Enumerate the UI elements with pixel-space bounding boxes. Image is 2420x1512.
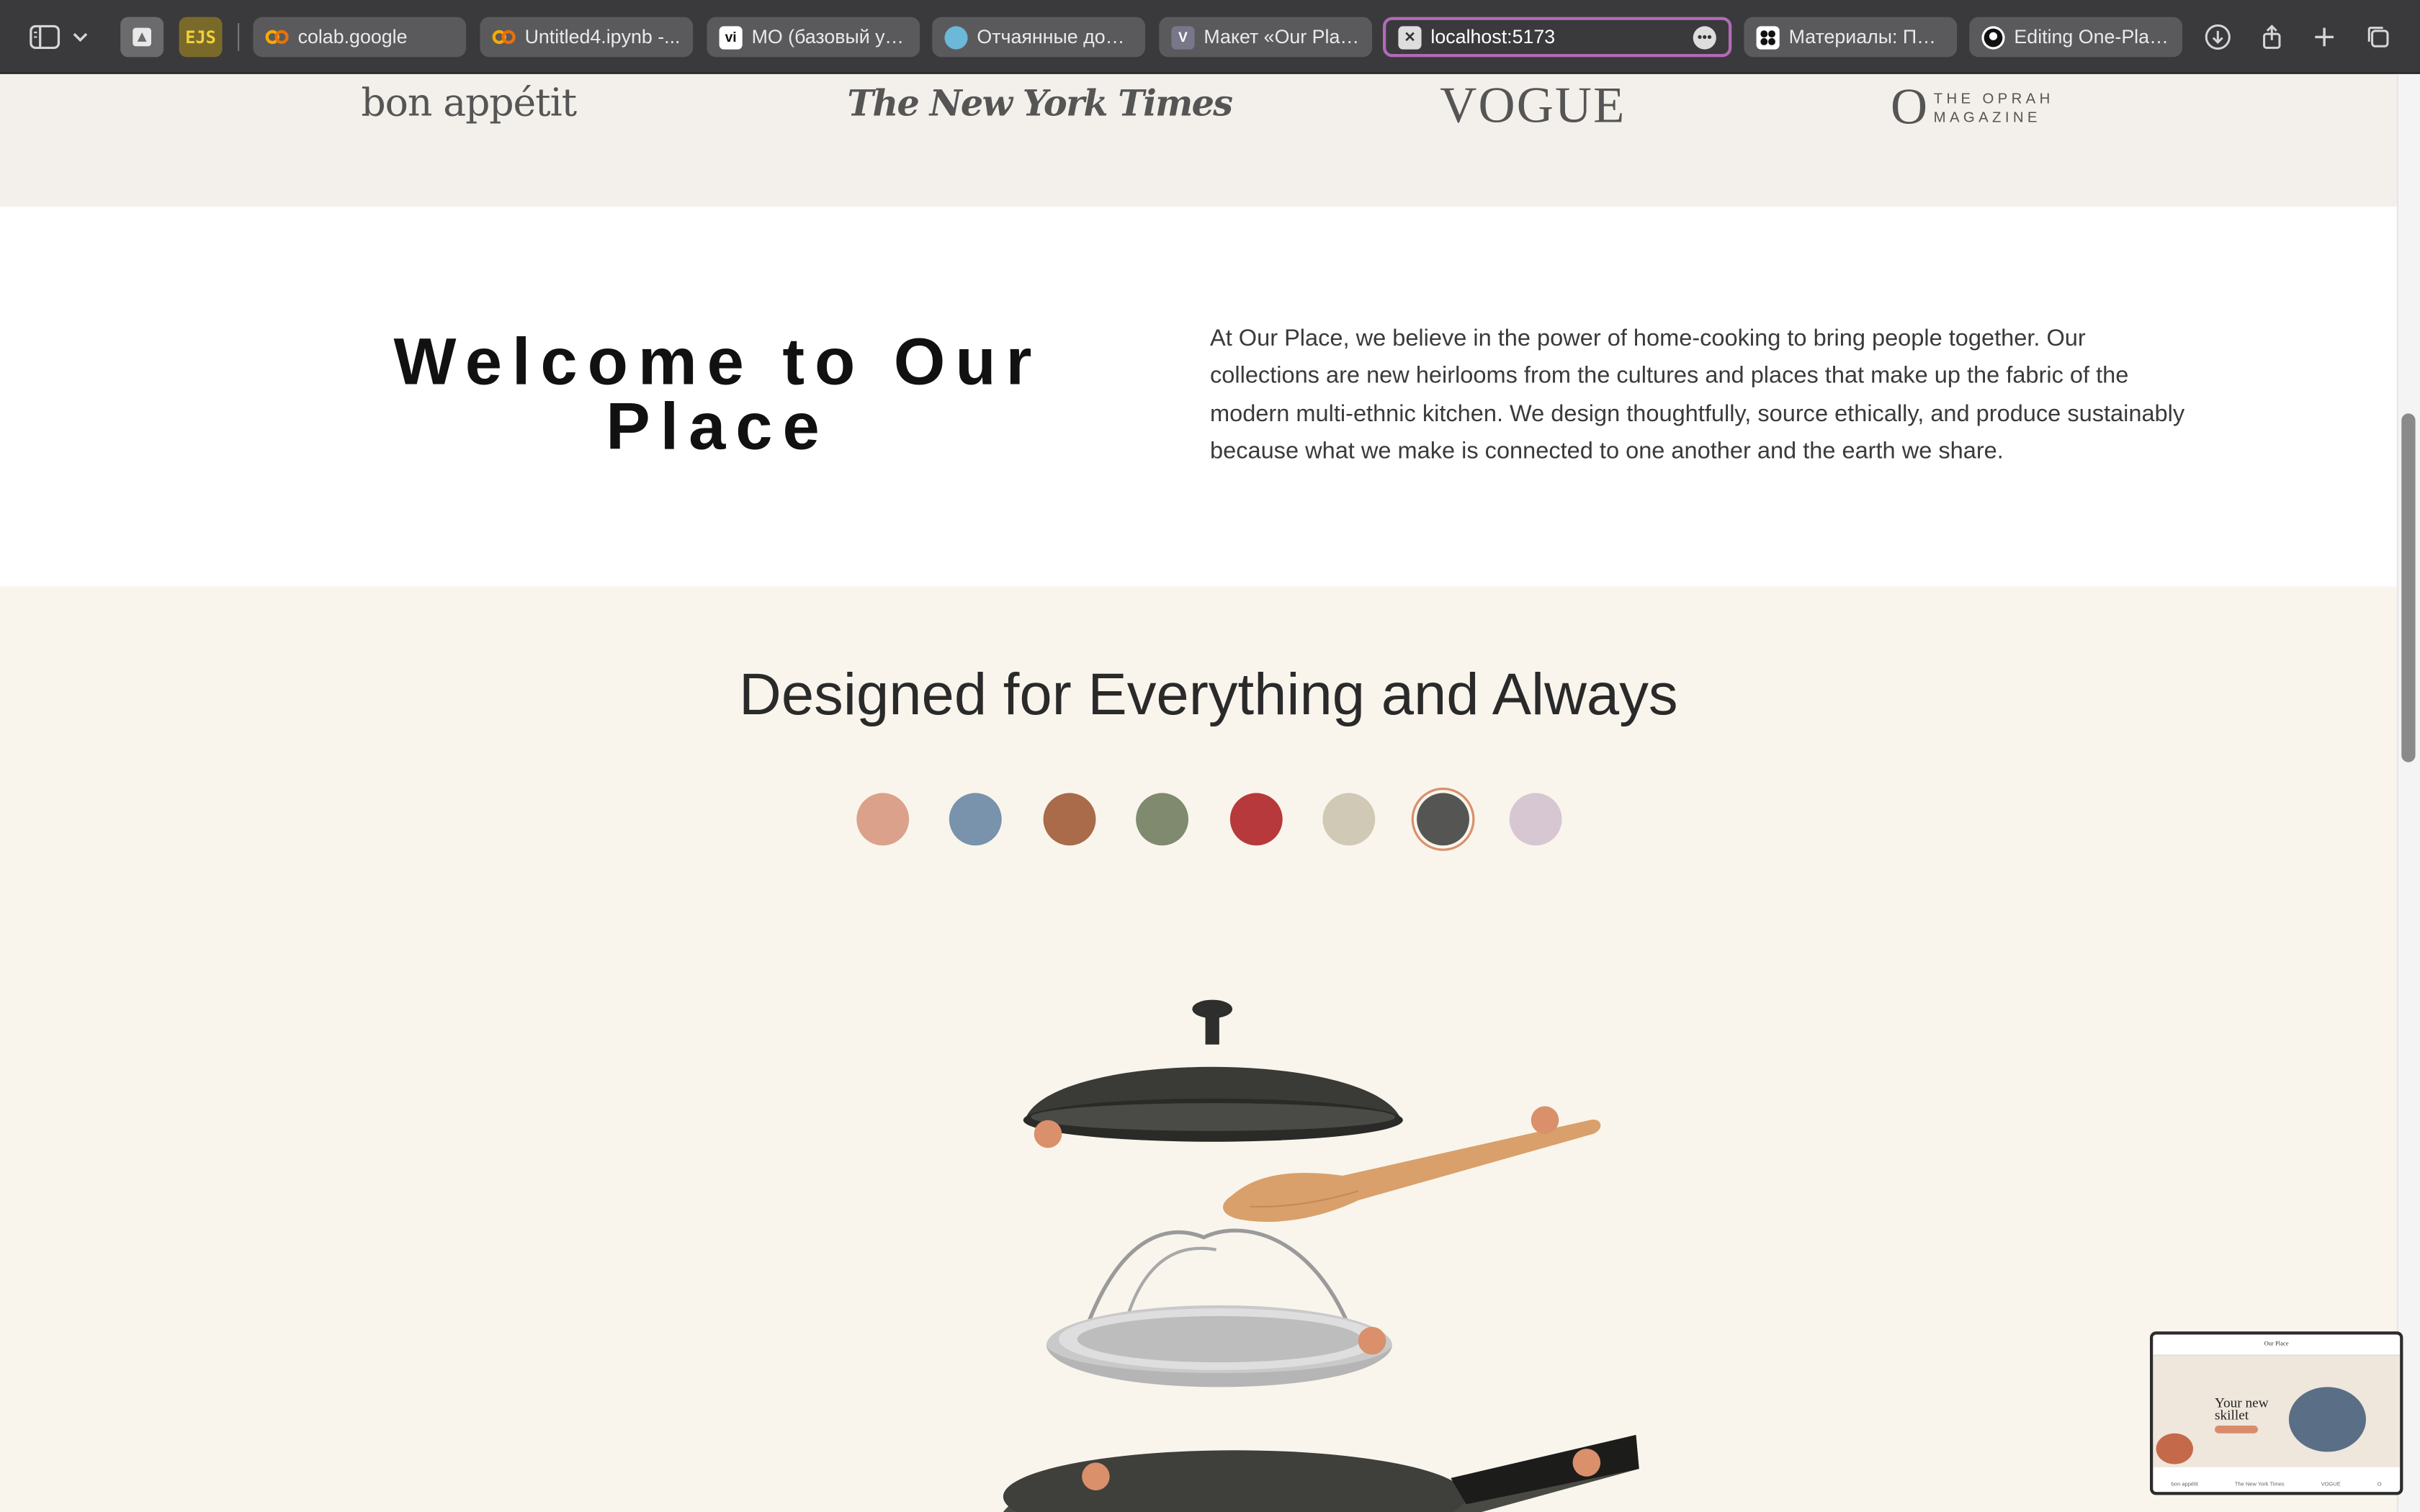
address-url: localhost:5173	[1430, 26, 1556, 48]
colab-icon	[492, 25, 516, 48]
welcome-description: At Our Place, we believe in the power of…	[1210, 325, 2185, 464]
color-swatch[interactable]	[1043, 793, 1096, 846]
chevron-down-icon[interactable]	[68, 19, 92, 55]
page-scrollbar-thumb[interactable]	[2401, 413, 2416, 762]
tab-label: Макет «Our Plac...	[1204, 26, 1360, 48]
color-swatch[interactable]	[1417, 793, 1469, 846]
welcome-section: Welcome to Our Place At Our Place, we be…	[0, 207, 2397, 587]
hotspot-steamer[interactable]	[1358, 1326, 1386, 1355]
share-icon[interactable]	[2255, 19, 2289, 55]
tab-materials[interactable]: Материалы: Пре...	[1744, 17, 1958, 58]
steamer-basket-image	[1046, 1228, 1392, 1387]
preview-logos: bon appétit The New York Times VOGUE O	[2153, 1473, 2400, 1492]
tab-label: МО (базовый ур...	[751, 26, 908, 48]
oprah-wordmark: THE OPRAH MAGAZINE	[1934, 90, 2054, 127]
oprah-o-letter: O	[1891, 80, 1928, 136]
v-icon: V	[1171, 25, 1195, 49]
download-icon[interactable]	[2201, 19, 2235, 55]
browser-toolbar: EJS colab.google Untitled4.ipynb -... vi…	[0, 0, 2420, 74]
github-icon	[1981, 25, 2005, 49]
preview-nav: Our Place	[2153, 1334, 2401, 1356]
toolbar-divider	[238, 23, 240, 51]
preview-hero-title: Your new skillet	[2215, 1395, 2269, 1423]
preview-logo: bon appétit	[2171, 1481, 2198, 1488]
product-exploded-view	[987, 987, 1667, 1512]
tab-desperate-housewives[interactable]: Отчаянные домо...	[932, 17, 1145, 58]
preview-hero: Your new skillet	[2153, 1356, 2401, 1467]
vogue-logo: VOGUE	[1440, 78, 1626, 135]
close-icon[interactable]: ✕	[1398, 25, 1422, 49]
bon-appetit-logo: bon appétit	[361, 80, 577, 125]
hotspot-spatula[interactable]	[1531, 1106, 1559, 1134]
designed-section: Designed for Everything and Always	[0, 586, 2397, 1512]
preview-logo: VOGUE	[2321, 1481, 2341, 1488]
page-preview-thumbnail[interactable]: Our Place Your new skillet bon appétit T…	[2150, 1331, 2403, 1495]
page-scrollbar-track[interactable]	[2396, 73, 2420, 1512]
color-swatch[interactable]	[1509, 793, 1562, 846]
oprah-magazine-logo: O THE OPRAH MAGAZINE	[1891, 80, 2054, 136]
hotspot-pan-left[interactable]	[1082, 1462, 1110, 1490]
hotspot-pan-handle[interactable]	[1572, 1449, 1601, 1477]
extension-icon	[133, 27, 151, 47]
color-swatch[interactable]	[949, 793, 1002, 846]
address-bar[interactable]: ✕ localhost:5173 •••	[1383, 17, 1732, 58]
tab-label: Материалы: Пре...	[1788, 26, 1945, 48]
new-tab-icon[interactable]	[2308, 19, 2341, 55]
tab-our-place-layout[interactable]: V Макет «Our Plac...	[1159, 17, 1372, 58]
tab-untitled-notebook[interactable]: Untitled4.ipynb -...	[480, 17, 694, 58]
tab-github-editing[interactable]: Editing One-Plac...	[1969, 17, 2182, 58]
extension-button-ejs[interactable]: EJS	[179, 17, 223, 58]
color-swatch[interactable]	[856, 793, 910, 846]
oprah-line-1: THE OPRAH	[1933, 90, 2054, 107]
tab-label: Отчаянные домо...	[977, 26, 1133, 48]
tab-overview-icon[interactable]	[2362, 19, 2396, 55]
oprah-line-2: MAGAZINE	[1933, 109, 2041, 126]
preview-logo: O	[2377, 1481, 2382, 1488]
colab-icon	[265, 25, 289, 48]
extension-label: EJS	[185, 27, 216, 48]
sidebar-toggle-icon[interactable]	[24, 19, 65, 55]
more-icon[interactable]: •••	[1693, 25, 1716, 49]
designed-title: Designed for Everything and Always	[739, 663, 1678, 729]
cookware-illustration	[1003, 999, 1639, 1512]
extension-button-1[interactable]	[120, 17, 164, 58]
tab-label: colab.google	[297, 26, 408, 48]
tab-colab[interactable]: colab.google	[253, 17, 467, 58]
vi-icon: vi	[719, 25, 743, 49]
preview-hero-line-2: skillet	[2215, 1407, 2249, 1423]
color-swatch[interactable]	[1136, 793, 1188, 846]
nyt-logo: The New York Times	[847, 83, 1233, 125]
preview-pan-image	[2288, 1387, 2366, 1452]
hotspot-lid[interactable]	[1034, 1120, 1062, 1148]
preview-cta-button	[2215, 1425, 2258, 1434]
figma-icon	[1756, 25, 1780, 49]
color-swatch[interactable]	[1322, 793, 1376, 846]
color-swatch[interactable]	[1229, 793, 1283, 846]
preview-brand: Our Place	[2264, 1339, 2289, 1347]
press-logos-band: bon appétit The New York Times VOGUE O T…	[0, 73, 2397, 207]
tab-mo-course[interactable]: vi МО (базовый ур...	[707, 17, 920, 58]
preview-logo: The New York Times	[2234, 1481, 2285, 1488]
lid-image	[1023, 999, 1403, 1142]
tab-label: Editing One-Plac...	[2014, 26, 2170, 48]
welcome-title: Welcome to Our Place	[393, 325, 1042, 464]
preview-bowl-image	[2156, 1433, 2193, 1464]
tab-label: Untitled4.ipynb -...	[524, 26, 681, 48]
globe-icon	[944, 25, 968, 49]
